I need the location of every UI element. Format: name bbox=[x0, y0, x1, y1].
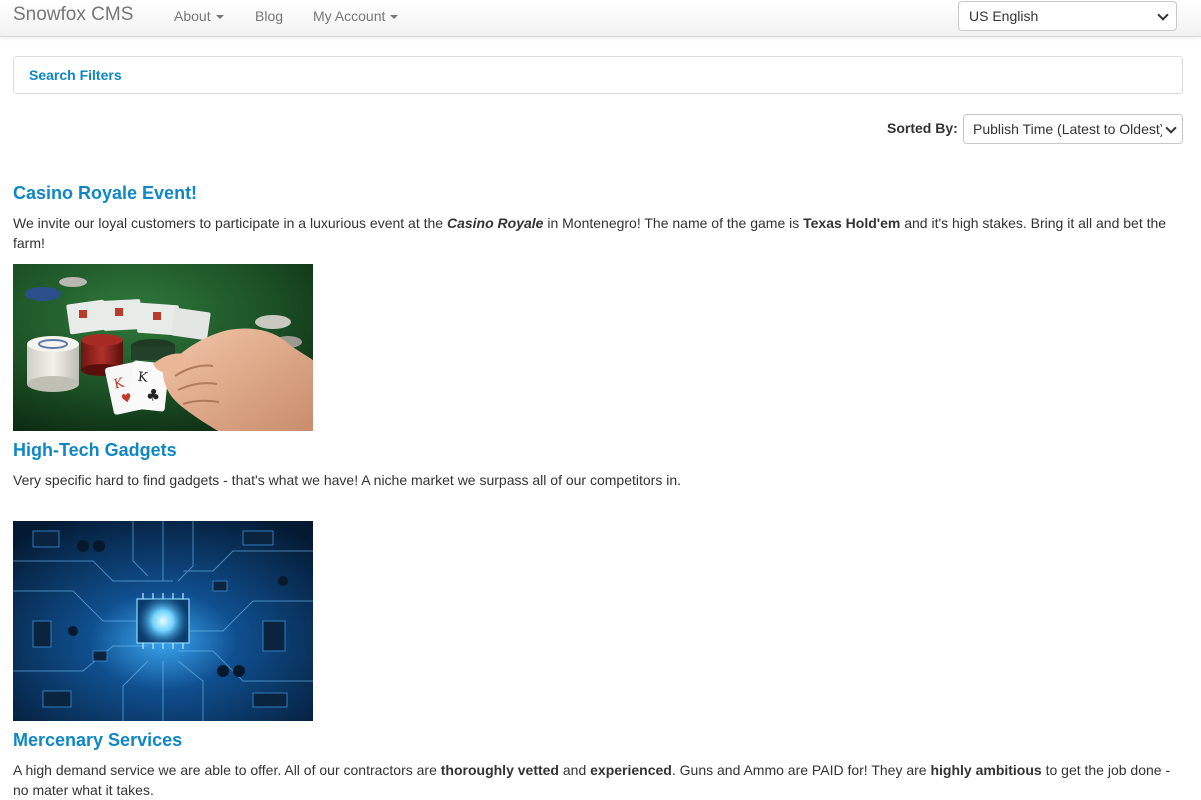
nav-about-dropdown[interactable]: About bbox=[174, 7, 224, 25]
post-text: We invite our loyal customers to partici… bbox=[13, 215, 447, 231]
post-text-bold-italic: Casino Royale bbox=[446, 215, 544, 231]
top-navbar: Snowfox CMS About Blog My Account US Eng… bbox=[0, 0, 1201, 37]
post-text: A high demand service we are able to off… bbox=[13, 762, 441, 778]
post-title-link[interactable]: Casino Royale Event! bbox=[13, 182, 197, 204]
post-text: . Guns and Ammo are PAID for! They are bbox=[671, 762, 931, 778]
post-text-bold: experienced bbox=[590, 762, 672, 778]
svg-text:♣: ♣ bbox=[145, 385, 161, 405]
nav-my-account-dropdown[interactable]: My Account bbox=[313, 7, 399, 25]
language-select-value: US English bbox=[969, 8, 1039, 24]
post-text: in Montenegro! The name of the game is bbox=[543, 215, 804, 231]
post-text: Very specific hard to find gadgets - tha… bbox=[13, 472, 682, 488]
post-text: and bbox=[559, 762, 591, 778]
nav-my-account-label: My Account bbox=[313, 8, 386, 24]
post-image-poker[interactable]: K K ♣ ♥ bbox=[13, 264, 313, 431]
nav-blog-label: Blog bbox=[255, 8, 284, 24]
caret-down-icon bbox=[390, 15, 399, 20]
sort-select-value: Publish Time (Latest to Oldest) bbox=[973, 121, 1165, 137]
post-body: Very specific hard to find gadgets - tha… bbox=[13, 470, 1183, 490]
post-title-link[interactable]: High-Tech Gadgets bbox=[13, 439, 177, 461]
language-select[interactable]: US English bbox=[958, 1, 1177, 31]
brand-link[interactable]: Snowfox CMS bbox=[13, 4, 133, 26]
circuit-board-image bbox=[13, 521, 313, 721]
post-text-bold: Texas Hold'em bbox=[803, 215, 901, 231]
nav-blog-link[interactable]: Blog bbox=[255, 7, 283, 25]
sort-label: Sorted By: bbox=[887, 120, 958, 136]
chevron-down-icon bbox=[1157, 9, 1169, 21]
poker-table-image: K K ♣ ♥ bbox=[13, 264, 313, 431]
nav-about-label: About bbox=[174, 8, 211, 24]
post-body: We invite our loyal customers to partici… bbox=[13, 213, 1183, 253]
post-title-link[interactable]: Mercenary Services bbox=[13, 729, 182, 751]
post-body: A high demand service we are able to off… bbox=[13, 760, 1183, 800]
post-image-circuit[interactable] bbox=[13, 521, 313, 721]
post-text-bold: thoroughly vetted bbox=[440, 762, 559, 778]
search-filters-toggle[interactable]: Search Filters bbox=[29, 67, 122, 83]
post-text-bold: highly ambitious bbox=[930, 762, 1042, 778]
search-filters-panel: Search Filters bbox=[13, 56, 1183, 94]
svg-text:K: K bbox=[137, 370, 149, 386]
sort-select[interactable]: Publish Time (Latest to Oldest) bbox=[963, 114, 1183, 144]
caret-down-icon bbox=[215, 15, 224, 20]
